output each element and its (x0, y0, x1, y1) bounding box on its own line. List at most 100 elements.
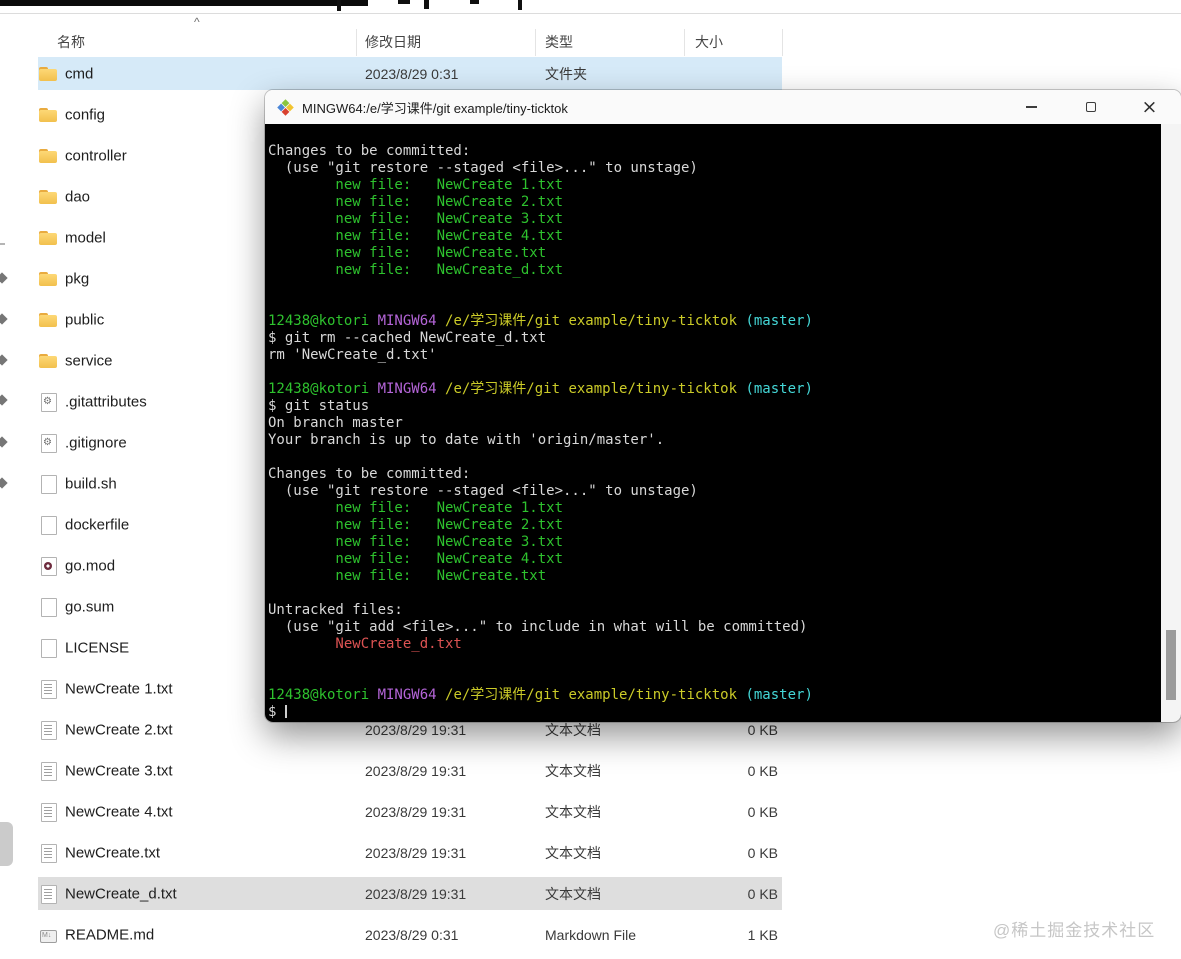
terminal-text-segment: Untracked files: (268, 602, 403, 618)
terminal-scrollbar[interactable] (1161, 124, 1181, 722)
git-config-icon (39, 392, 57, 412)
terminal-line: Changes to be committed: (268, 466, 1159, 483)
terminal-text-segment: new file: NewCreate 1.txt (268, 177, 564, 193)
maximize-button[interactable] (1067, 90, 1114, 124)
file-date: 2023/8/29 0:31 (365, 65, 459, 82)
file-icon (39, 515, 57, 535)
edge-scroll-tab[interactable] (0, 822, 13, 866)
file-row[interactable]: NewCreate.txt 2023/8/29 19:31 文本文档 0 KB (0, 832, 800, 873)
terminal-line: (use "git restore --staged <file>..." to… (268, 160, 1159, 177)
terminal-text-segment: (master) (745, 313, 813, 329)
terminal-text-segment: new file: NewCreate 3.txt (268, 211, 564, 227)
mintty-app-icon (277, 98, 294, 116)
column-separator[interactable] (356, 29, 357, 56)
terminal-line: new file: NewCreate.txt (268, 568, 1159, 585)
terminal-line: new file: NewCreate 3.txt (268, 211, 1159, 228)
column-header-size[interactable]: 大小 (695, 32, 723, 52)
cropped-top-bar (0, 0, 368, 6)
minimize-button[interactable] (1008, 90, 1055, 124)
text-icon (39, 802, 57, 822)
terminal-text-segment: (master) (745, 381, 813, 397)
artifact-mark (518, 0, 522, 10)
terminal-text-segment: /e/学习课件/git example/tiny-ticktok (445, 381, 746, 397)
file-icon (39, 638, 57, 658)
column-separator[interactable] (535, 29, 536, 56)
terminal-line: new file: NewCreate 2.txt (268, 517, 1159, 534)
terminal-text-segment: Changes to be committed: (268, 143, 471, 159)
window-controls: × (1008, 90, 1173, 124)
file-name: cmd (65, 65, 94, 82)
terminal-text-segment: new file: NewCreate.txt (268, 245, 547, 261)
terminal-text-segment: 12438@kotori (268, 313, 378, 329)
text-icon (39, 761, 57, 781)
file-type: 文本文档 (545, 885, 601, 902)
edge-artifact (0, 243, 5, 245)
file-size: 0 KB (747, 721, 778, 738)
column-header-type[interactable]: 类型 (545, 32, 573, 52)
file-icon (39, 474, 57, 494)
terminal-text-segment: new file: NewCreate 1.txt (268, 500, 564, 516)
scrollbar-thumb[interactable] (1166, 630, 1176, 700)
file-name: README.md (65, 926, 155, 943)
terminal-line: new file: NewCreate.txt (268, 245, 1159, 262)
file-row[interactable]: NewCreate 3.txt 2023/8/29 19:31 文本文档 0 K… (0, 750, 800, 791)
file-type: 文件夹 (545, 65, 587, 82)
file-size: 0 KB (747, 762, 778, 779)
file-type: 文本文档 (545, 762, 601, 779)
terminal-text-segment: new file: NewCreate.txt (268, 568, 547, 584)
file-row[interactable]: NewCreate_d.txt 2023/8/29 19:31 文本文档 0 K… (0, 873, 800, 914)
folder-icon (39, 270, 57, 288)
terminal-titlebar[interactable]: MINGW64:/e/学习课件/git example/tiny-ticktok… (265, 90, 1181, 124)
terminal-text-segment: /e/学习课件/git example/tiny-ticktok (445, 313, 746, 329)
terminal-text-segment: MINGW64 (377, 687, 446, 703)
terminal-text-segment: (use "git add <file>..." to include in w… (268, 619, 808, 635)
file-name: NewCreate 1.txt (65, 680, 173, 697)
terminal-line: 12438@kotori MINGW64 /e/学习课件/git example… (268, 381, 1159, 398)
file-row[interactable]: NewCreate 4.txt 2023/8/29 19:31 文本文档 0 K… (0, 791, 800, 832)
terminal-line: (use "git restore --staged <file>..." to… (268, 483, 1159, 500)
terminal-text-segment: new file: NewCreate 4.txt (268, 228, 564, 244)
terminal-text-segment: $ (268, 704, 285, 720)
terminal-line: new file: NewCreate 3.txt (268, 534, 1159, 551)
column-separator[interactable] (684, 29, 685, 56)
file-name: go.mod (65, 557, 116, 574)
file-date: 2023/8/29 19:31 (365, 803, 467, 820)
file-name: service (65, 352, 113, 369)
terminal-output: Changes to be committed: (use "git resto… (268, 143, 1159, 722)
terminal-line: $ git rm --cached NewCreate_d.txt (268, 330, 1159, 347)
file-size: 0 KB (747, 844, 778, 861)
terminal-text-segment: $ git status (268, 398, 370, 414)
file-row[interactable]: cmd 2023/8/29 0:31 文件夹 (0, 53, 800, 94)
file-name: dao (65, 188, 91, 205)
text-icon (39, 884, 57, 904)
text-icon (39, 843, 57, 863)
terminal-line: 12438@kotori MINGW64 /e/学习课件/git example… (268, 313, 1159, 330)
close-button[interactable]: × (1126, 90, 1173, 124)
terminal-line: new file: NewCreate 4.txt (268, 551, 1159, 568)
terminal-line: Your branch is up to date with 'origin/m… (268, 432, 1159, 449)
terminal-body[interactable]: Changes to be committed: (use "git resto… (265, 124, 1181, 722)
artifact-mark (337, 0, 341, 11)
column-header-name[interactable]: 名称 (57, 32, 85, 52)
terminal-text-segment: MINGW64 (377, 313, 446, 329)
terminal-text-segment: (use "git restore --staged <file>..." to… (268, 483, 698, 499)
file-type: Markdown File (545, 926, 637, 943)
folder-icon (39, 188, 57, 206)
file-name: LICENSE (65, 639, 130, 656)
terminal-line: NewCreate_d.txt (268, 636, 1159, 653)
column-separator[interactable] (782, 29, 783, 56)
folder-icon (39, 229, 57, 247)
terminal-text-segment: new file: NewCreate 2.txt (268, 517, 564, 533)
terminal-text-segment: rm 'NewCreate_d.txt' (268, 347, 437, 363)
file-size: 0 KB (747, 803, 778, 820)
terminal-text-segment: new file: NewCreate 4.txt (268, 551, 564, 567)
column-header-date[interactable]: 修改日期 (365, 32, 421, 52)
terminal-line: new file: NewCreate 1.txt (268, 500, 1159, 517)
text-icon (39, 679, 57, 699)
terminal-window: MINGW64:/e/学习课件/git example/tiny-ticktok… (265, 90, 1181, 722)
file-row[interactable]: README.md 2023/8/29 0:31 Markdown File 1… (0, 914, 800, 955)
terminal-line: (use "git add <file>..." to include in w… (268, 619, 1159, 636)
watermark: @稀土掘金技术社区 (993, 921, 1156, 940)
